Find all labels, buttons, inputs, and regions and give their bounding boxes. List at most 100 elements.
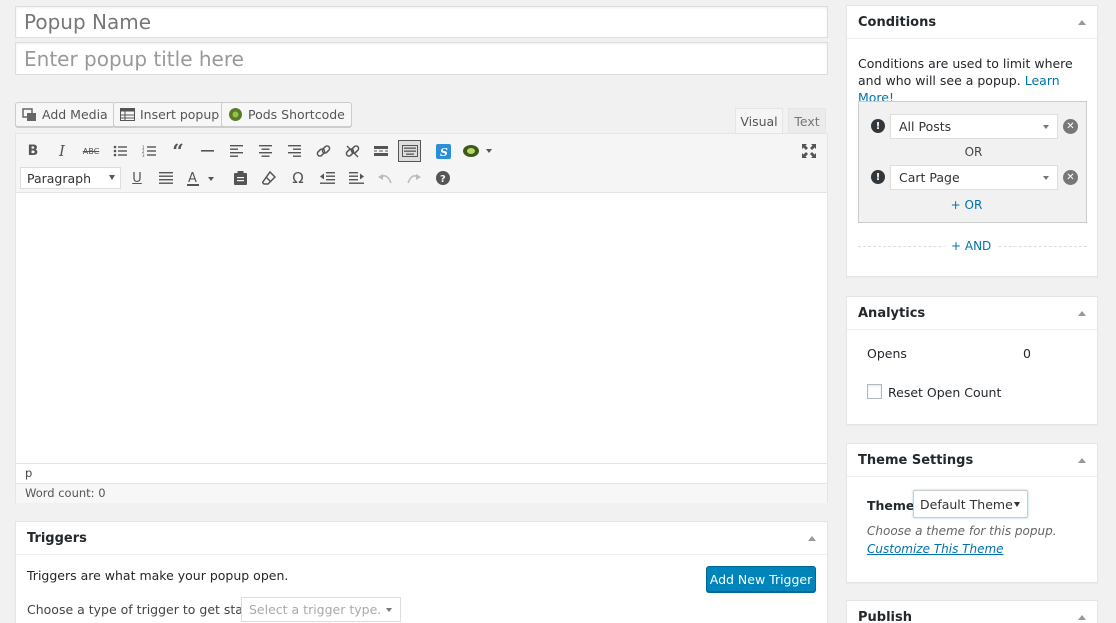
add-media-button[interactable]: Add Media	[15, 102, 115, 127]
condition-select[interactable]: All Posts	[890, 114, 1058, 139]
chevron-down-icon	[386, 608, 392, 612]
clear-formatting-icon[interactable]	[258, 167, 280, 189]
editor-content-area[interactable]	[16, 193, 827, 463]
collapse-arrow-icon[interactable]	[1078, 615, 1086, 620]
pods-shortcode-label: Pods Shortcode	[248, 107, 345, 122]
publish-box: Publish	[846, 600, 1098, 623]
insert-popup-label: Insert popup	[140, 107, 220, 122]
word-count: Word count: 0	[16, 483, 827, 503]
trigger-type-select[interactable]: Select a trigger type.	[241, 597, 401, 622]
publish-title: Publish	[858, 609, 912, 623]
condition-select[interactable]: Cart Page	[890, 165, 1058, 190]
triggers-box: Triggers Triggers are what make your pop…	[15, 521, 828, 623]
align-left-icon[interactable]	[225, 140, 247, 162]
condition-select-value: All Posts	[899, 119, 952, 134]
not-operand-icon[interactable]: !	[871, 119, 885, 133]
content-editor: B I ABC 123 “ S Paragraph U A Ω ? p Word…	[15, 133, 828, 503]
theme-description: Choose a theme for this popup.	[867, 524, 1057, 538]
svg-text:A: A	[188, 171, 197, 186]
or-separator: OR	[964, 145, 983, 159]
link-icon[interactable]	[312, 140, 334, 162]
pods-icon	[228, 107, 243, 122]
collapse-arrow-icon[interactable]	[1078, 20, 1086, 25]
editor-element-path: p	[16, 463, 827, 483]
insert-popup-button[interactable]: Insert popup	[113, 102, 227, 127]
reset-open-count-checkbox[interactable]	[867, 384, 882, 399]
theme-select-value: Default Theme	[920, 496, 1013, 512]
trigger-select-placeholder: Select a trigger type.	[249, 602, 382, 617]
conditions-box: Conditions Conditions are used to limit …	[846, 5, 1098, 277]
add-or-link[interactable]: + OR	[859, 198, 1074, 212]
toolbar-toggle-icon[interactable]	[398, 140, 421, 162]
conditions-intro: Conditions are used to limit where and w…	[858, 55, 1090, 106]
pods-dropdown-icon[interactable]	[460, 140, 494, 162]
collapse-arrow-icon[interactable]	[1078, 458, 1086, 463]
numbered-list-icon[interactable]: 123	[138, 140, 160, 162]
chevron-down-icon	[109, 175, 115, 180]
collapse-arrow-icon[interactable]	[1078, 311, 1086, 316]
outdent-icon[interactable]	[316, 167, 338, 189]
theme-select[interactable]: Default Theme	[913, 490, 1028, 518]
tab-text-label: Text	[794, 114, 820, 129]
condition-group: ! All Posts ✕ OR ! Cart Page ✕ + OR	[858, 101, 1087, 223]
opens-value: 0	[1023, 346, 1031, 361]
analytics-box: Analytics Opens 0 Reset Open Count	[846, 296, 1098, 425]
help-icon[interactable]: ?	[432, 167, 454, 189]
customize-theme-link[interactable]: Customize This Theme	[867, 542, 1004, 556]
justify-icon[interactable]	[155, 167, 177, 189]
svg-text:S: S	[440, 146, 448, 159]
publish-header[interactable]: Publish	[847, 601, 1097, 623]
add-new-trigger-button[interactable]: Add New Trigger	[706, 566, 816, 592]
triggers-description: Triggers are what make your popup open.	[27, 568, 289, 583]
special-character-icon[interactable]: Ω	[287, 167, 309, 189]
paste-text-icon[interactable]	[229, 167, 251, 189]
format-select[interactable]: Paragraph	[20, 167, 121, 189]
conditions-header[interactable]: Conditions	[847, 6, 1097, 39]
theme-settings-header[interactable]: Theme Settings	[847, 444, 1097, 477]
tab-visual-label: Visual	[740, 114, 778, 129]
triggers-title: Triggers	[27, 530, 87, 546]
remove-condition-icon[interactable]: ✕	[1063, 119, 1078, 134]
tab-text[interactable]: Text	[788, 108, 826, 134]
conditions-title: Conditions	[858, 14, 937, 30]
align-center-icon[interactable]	[254, 140, 276, 162]
format-select-value: Paragraph	[27, 170, 92, 186]
popup-name-placeholder: Popup Name	[24, 10, 152, 34]
table-icon	[120, 107, 135, 122]
align-right-icon[interactable]	[283, 140, 305, 162]
not-operand-icon[interactable]: !	[871, 170, 885, 184]
chevron-down-icon	[1043, 125, 1049, 129]
bullet-list-icon[interactable]	[109, 140, 131, 162]
condition-select-value: Cart Page	[899, 170, 960, 185]
read-more-icon[interactable]	[370, 140, 392, 162]
remove-condition-icon[interactable]: ✕	[1063, 170, 1078, 185]
pods-shortcode-button[interactable]: Pods Shortcode	[221, 102, 352, 127]
media-icon	[22, 107, 37, 122]
theme-settings-title: Theme Settings	[858, 452, 974, 468]
collapse-arrow-icon[interactable]	[808, 536, 816, 541]
underline-icon[interactable]: U	[126, 167, 148, 189]
editor-toolbar: B I ABC 123 “ S Paragraph U A Ω ?	[16, 134, 827, 193]
bold-icon[interactable]: B	[22, 140, 44, 162]
popup-title-input[interactable]: Enter popup title here	[15, 42, 828, 75]
reset-open-count-label[interactable]: Reset Open Count	[888, 385, 1001, 400]
shortcode-s-icon[interactable]: S	[432, 140, 454, 162]
tab-visual[interactable]: Visual	[735, 108, 783, 134]
popup-name-input[interactable]: Popup Name	[15, 6, 828, 38]
text-color-icon[interactable]: A	[184, 167, 218, 189]
blockquote-icon[interactable]: “	[167, 139, 189, 163]
svg-text:3: 3	[142, 153, 145, 157]
horizontal-line-icon[interactable]	[196, 140, 218, 162]
strikethrough-icon[interactable]: ABC	[80, 140, 102, 162]
add-and-link[interactable]: + AND	[945, 239, 998, 253]
svg-text:?: ?	[440, 174, 446, 185]
add-media-label: Add Media	[42, 107, 108, 122]
undo-icon[interactable]	[374, 167, 396, 189]
unlink-icon[interactable]	[341, 140, 363, 162]
redo-icon[interactable]	[403, 167, 425, 189]
triggers-header[interactable]: Triggers	[16, 522, 827, 555]
italic-icon[interactable]: I	[51, 140, 73, 162]
fullscreen-icon[interactable]	[798, 140, 820, 162]
analytics-header[interactable]: Analytics	[847, 297, 1097, 330]
indent-icon[interactable]	[345, 167, 367, 189]
